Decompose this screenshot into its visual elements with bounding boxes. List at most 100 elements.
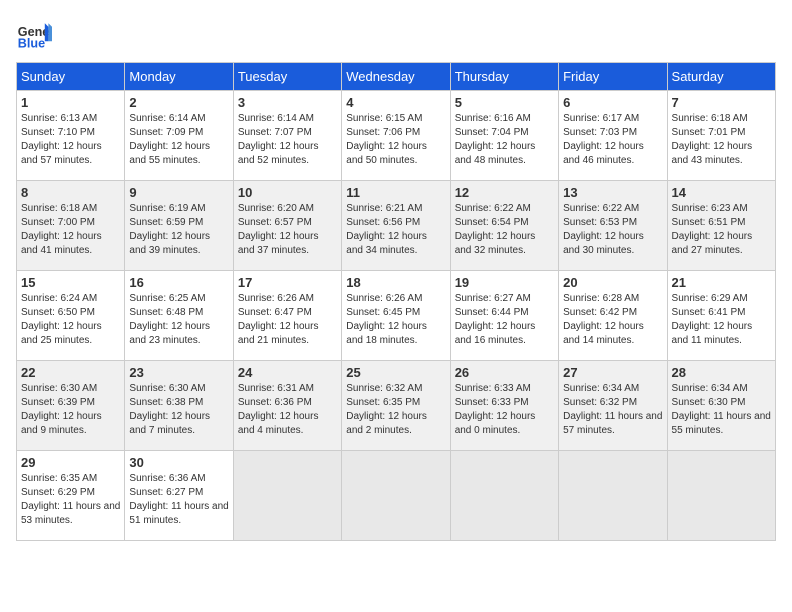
day-number: 18	[346, 275, 445, 290]
calendar-cell: 19 Sunrise: 6:27 AM Sunset: 6:44 PM Dayli…	[450, 271, 558, 361]
day-number: 2	[129, 95, 228, 110]
day-number: 28	[672, 365, 771, 380]
calendar-cell: 18Sunrise: 6:26 AM Sunset: 6:45 PM Dayli…	[342, 271, 450, 361]
day-info: Sunrise: 6:22 AM Sunset: 6:53 PM Dayligh…	[563, 202, 662, 258]
calendar-cell: 14 Sunrise: 6:23 AM Sunset: 6:51 PM Dayli…	[667, 181, 775, 271]
day-info: Sunrise: 6:27 AM Sunset: 6:44 PM Dayligh…	[455, 292, 554, 348]
day-info: Sunrise: 6:25 AM Sunset: 6:48 PM Dayligh…	[129, 292, 228, 348]
day-info: Sunrise: 6:28 AM Sunset: 6:42 PM Dayligh…	[563, 292, 662, 348]
day-info: Sunrise: 6:13 AM Sunset: 7:10 PM Dayligh…	[21, 112, 120, 168]
day-info: Sunrise: 6:29 AM Sunset: 6:41 PM Dayligh…	[672, 292, 771, 348]
calendar-cell: 10Sunrise: 6:20 AM Sunset: 6:57 PM Dayli…	[233, 181, 341, 271]
day-number: 16	[129, 275, 228, 290]
calendar-cell: 22 Sunrise: 6:30 AM Sunset: 6:39 PM Dayli…	[17, 361, 125, 451]
logo-icon: General Blue	[16, 16, 52, 52]
day-number: 6	[563, 95, 662, 110]
calendar-cell: 11 Sunrise: 6:21 AM Sunset: 6:56 PM Dayli…	[342, 181, 450, 271]
calendar-row: 1 Sunrise: 6:13 AM Sunset: 7:10 PM Daylig…	[17, 91, 776, 181]
day-number: 1	[21, 95, 120, 110]
calendar-body: 1 Sunrise: 6:13 AM Sunset: 7:10 PM Daylig…	[17, 91, 776, 541]
calendar-cell: 21 Sunrise: 6:29 AM Sunset: 6:41 PM Dayli…	[667, 271, 775, 361]
calendar-cell: 9 Sunrise: 6:19 AM Sunset: 6:59 PM Daylig…	[125, 181, 233, 271]
calendar-cell: 4 Sunrise: 6:15 AM Sunset: 7:06 PM Daylig…	[342, 91, 450, 181]
day-info: Sunrise: 6:34 AM Sunset: 6:30 PM Dayligh…	[672, 382, 771, 438]
day-number: 5	[455, 95, 554, 110]
calendar-cell: 20 Sunrise: 6:28 AM Sunset: 6:42 PM Dayli…	[559, 271, 667, 361]
day-number: 7	[672, 95, 771, 110]
day-info: Sunrise: 6:17 AM Sunset: 7:03 PM Dayligh…	[563, 112, 662, 168]
day-number: 4	[346, 95, 445, 110]
day-info: Sunrise: 6:33 AM Sunset: 6:33 PM Dayligh…	[455, 382, 554, 438]
weekday-header: Sunday	[17, 63, 125, 91]
day-info: Sunrise: 6:19 AM Sunset: 6:59 PM Dayligh…	[129, 202, 228, 258]
calendar-cell: 16 Sunrise: 6:25 AM Sunset: 6:48 PM Dayli…	[125, 271, 233, 361]
calendar-cell: 29Sunrise: 6:35 AM Sunset: 6:29 PM Dayli…	[17, 451, 125, 541]
calendar-cell: 12Sunrise: 6:22 AM Sunset: 6:54 PM Dayli…	[450, 181, 558, 271]
weekday-header: Saturday	[667, 63, 775, 91]
day-info: Sunrise: 6:26 AM Sunset: 6:47 PM Dayligh…	[238, 292, 337, 348]
calendar-cell: 25 Sunrise: 6:32 AM Sunset: 6:35 PM Dayli…	[342, 361, 450, 451]
day-number: 15	[21, 275, 120, 290]
calendar-cell: 27 Sunrise: 6:34 AM Sunset: 6:32 PM Dayli…	[559, 361, 667, 451]
day-info: Sunrise: 6:31 AM Sunset: 6:36 PM Dayligh…	[238, 382, 337, 438]
day-number: 29	[21, 455, 120, 470]
day-number: 26	[455, 365, 554, 380]
day-info: Sunrise: 6:30 AM Sunset: 6:38 PM Dayligh…	[129, 382, 228, 438]
day-number: 22	[21, 365, 120, 380]
weekday-header: Wednesday	[342, 63, 450, 91]
calendar-row: 8 Sunrise: 6:18 AM Sunset: 7:00 PM Daylig…	[17, 181, 776, 271]
day-info: Sunrise: 6:15 AM Sunset: 7:06 PM Dayligh…	[346, 112, 445, 168]
weekday-header: Monday	[125, 63, 233, 91]
calendar-cell: 28 Sunrise: 6:34 AM Sunset: 6:30 PM Dayli…	[667, 361, 775, 451]
weekday-header: Friday	[559, 63, 667, 91]
calendar-cell: 7Sunrise: 6:18 AM Sunset: 7:01 PM Daylig…	[667, 91, 775, 181]
day-number: 20	[563, 275, 662, 290]
day-info: Sunrise: 6:22 AM Sunset: 6:54 PM Dayligh…	[455, 202, 554, 258]
day-info: Sunrise: 6:23 AM Sunset: 6:51 PM Dayligh…	[672, 202, 771, 258]
calendar-cell: 24 Sunrise: 6:31 AM Sunset: 6:36 PM Dayli…	[233, 361, 341, 451]
calendar-cell: 13 Sunrise: 6:22 AM Sunset: 6:53 PM Dayli…	[559, 181, 667, 271]
day-info: Sunrise: 6:24 AM Sunset: 6:50 PM Dayligh…	[21, 292, 120, 348]
weekday-header: Tuesday	[233, 63, 341, 91]
day-info: Sunrise: 6:30 AM Sunset: 6:39 PM Dayligh…	[21, 382, 120, 438]
day-info: Sunrise: 6:18 AM Sunset: 7:00 PM Dayligh…	[21, 202, 120, 258]
calendar-cell: 1 Sunrise: 6:13 AM Sunset: 7:10 PM Daylig…	[17, 91, 125, 181]
day-info: Sunrise: 6:36 AM Sunset: 6:27 PM Dayligh…	[129, 472, 228, 528]
day-number: 27	[563, 365, 662, 380]
day-number: 9	[129, 185, 228, 200]
calendar-cell	[450, 451, 558, 541]
day-number: 13	[563, 185, 662, 200]
day-info: Sunrise: 6:14 AM Sunset: 7:09 PM Dayligh…	[129, 112, 228, 168]
calendar-row: 15 Sunrise: 6:24 AM Sunset: 6:50 PM Dayli…	[17, 271, 776, 361]
day-number: 14	[672, 185, 771, 200]
day-number: 25	[346, 365, 445, 380]
svg-text:Blue: Blue	[18, 37, 45, 51]
day-number: 8	[21, 185, 120, 200]
calendar-cell: 2 Sunrise: 6:14 AM Sunset: 7:09 PM Daylig…	[125, 91, 233, 181]
day-info: Sunrise: 6:34 AM Sunset: 6:32 PM Dayligh…	[563, 382, 662, 438]
calendar-cell: 30 Sunrise: 6:36 AM Sunset: 6:27 PM Dayli…	[125, 451, 233, 541]
calendar-header: SundayMondayTuesdayWednesdayThursdayFrid…	[17, 63, 776, 91]
calendar-cell	[667, 451, 775, 541]
calendar-cell: 15 Sunrise: 6:24 AM Sunset: 6:50 PM Dayli…	[17, 271, 125, 361]
calendar-row: 29Sunrise: 6:35 AM Sunset: 6:29 PM Dayli…	[17, 451, 776, 541]
calendar-cell	[342, 451, 450, 541]
day-info: Sunrise: 6:14 AM Sunset: 7:07 PM Dayligh…	[238, 112, 337, 168]
calendar-cell: 26 Sunrise: 6:33 AM Sunset: 6:33 PM Dayli…	[450, 361, 558, 451]
day-info: Sunrise: 6:32 AM Sunset: 6:35 PM Dayligh…	[346, 382, 445, 438]
day-number: 21	[672, 275, 771, 290]
day-number: 24	[238, 365, 337, 380]
logo: General Blue	[16, 16, 52, 52]
day-number: 11	[346, 185, 445, 200]
calendar-cell: 23Sunrise: 6:30 AM Sunset: 6:38 PM Dayli…	[125, 361, 233, 451]
weekday-header: Thursday	[450, 63, 558, 91]
calendar-cell: 17Sunrise: 6:26 AM Sunset: 6:47 PM Dayli…	[233, 271, 341, 361]
day-info: Sunrise: 6:21 AM Sunset: 6:56 PM Dayligh…	[346, 202, 445, 258]
day-number: 30	[129, 455, 228, 470]
day-number: 19	[455, 275, 554, 290]
day-number: 3	[238, 95, 337, 110]
day-number: 10	[238, 185, 337, 200]
calendar-cell: 3 Sunrise: 6:14 AM Sunset: 7:07 PM Daylig…	[233, 91, 341, 181]
day-info: Sunrise: 6:16 AM Sunset: 7:04 PM Dayligh…	[455, 112, 554, 168]
calendar-row: 22 Sunrise: 6:30 AM Sunset: 6:39 PM Dayli…	[17, 361, 776, 451]
